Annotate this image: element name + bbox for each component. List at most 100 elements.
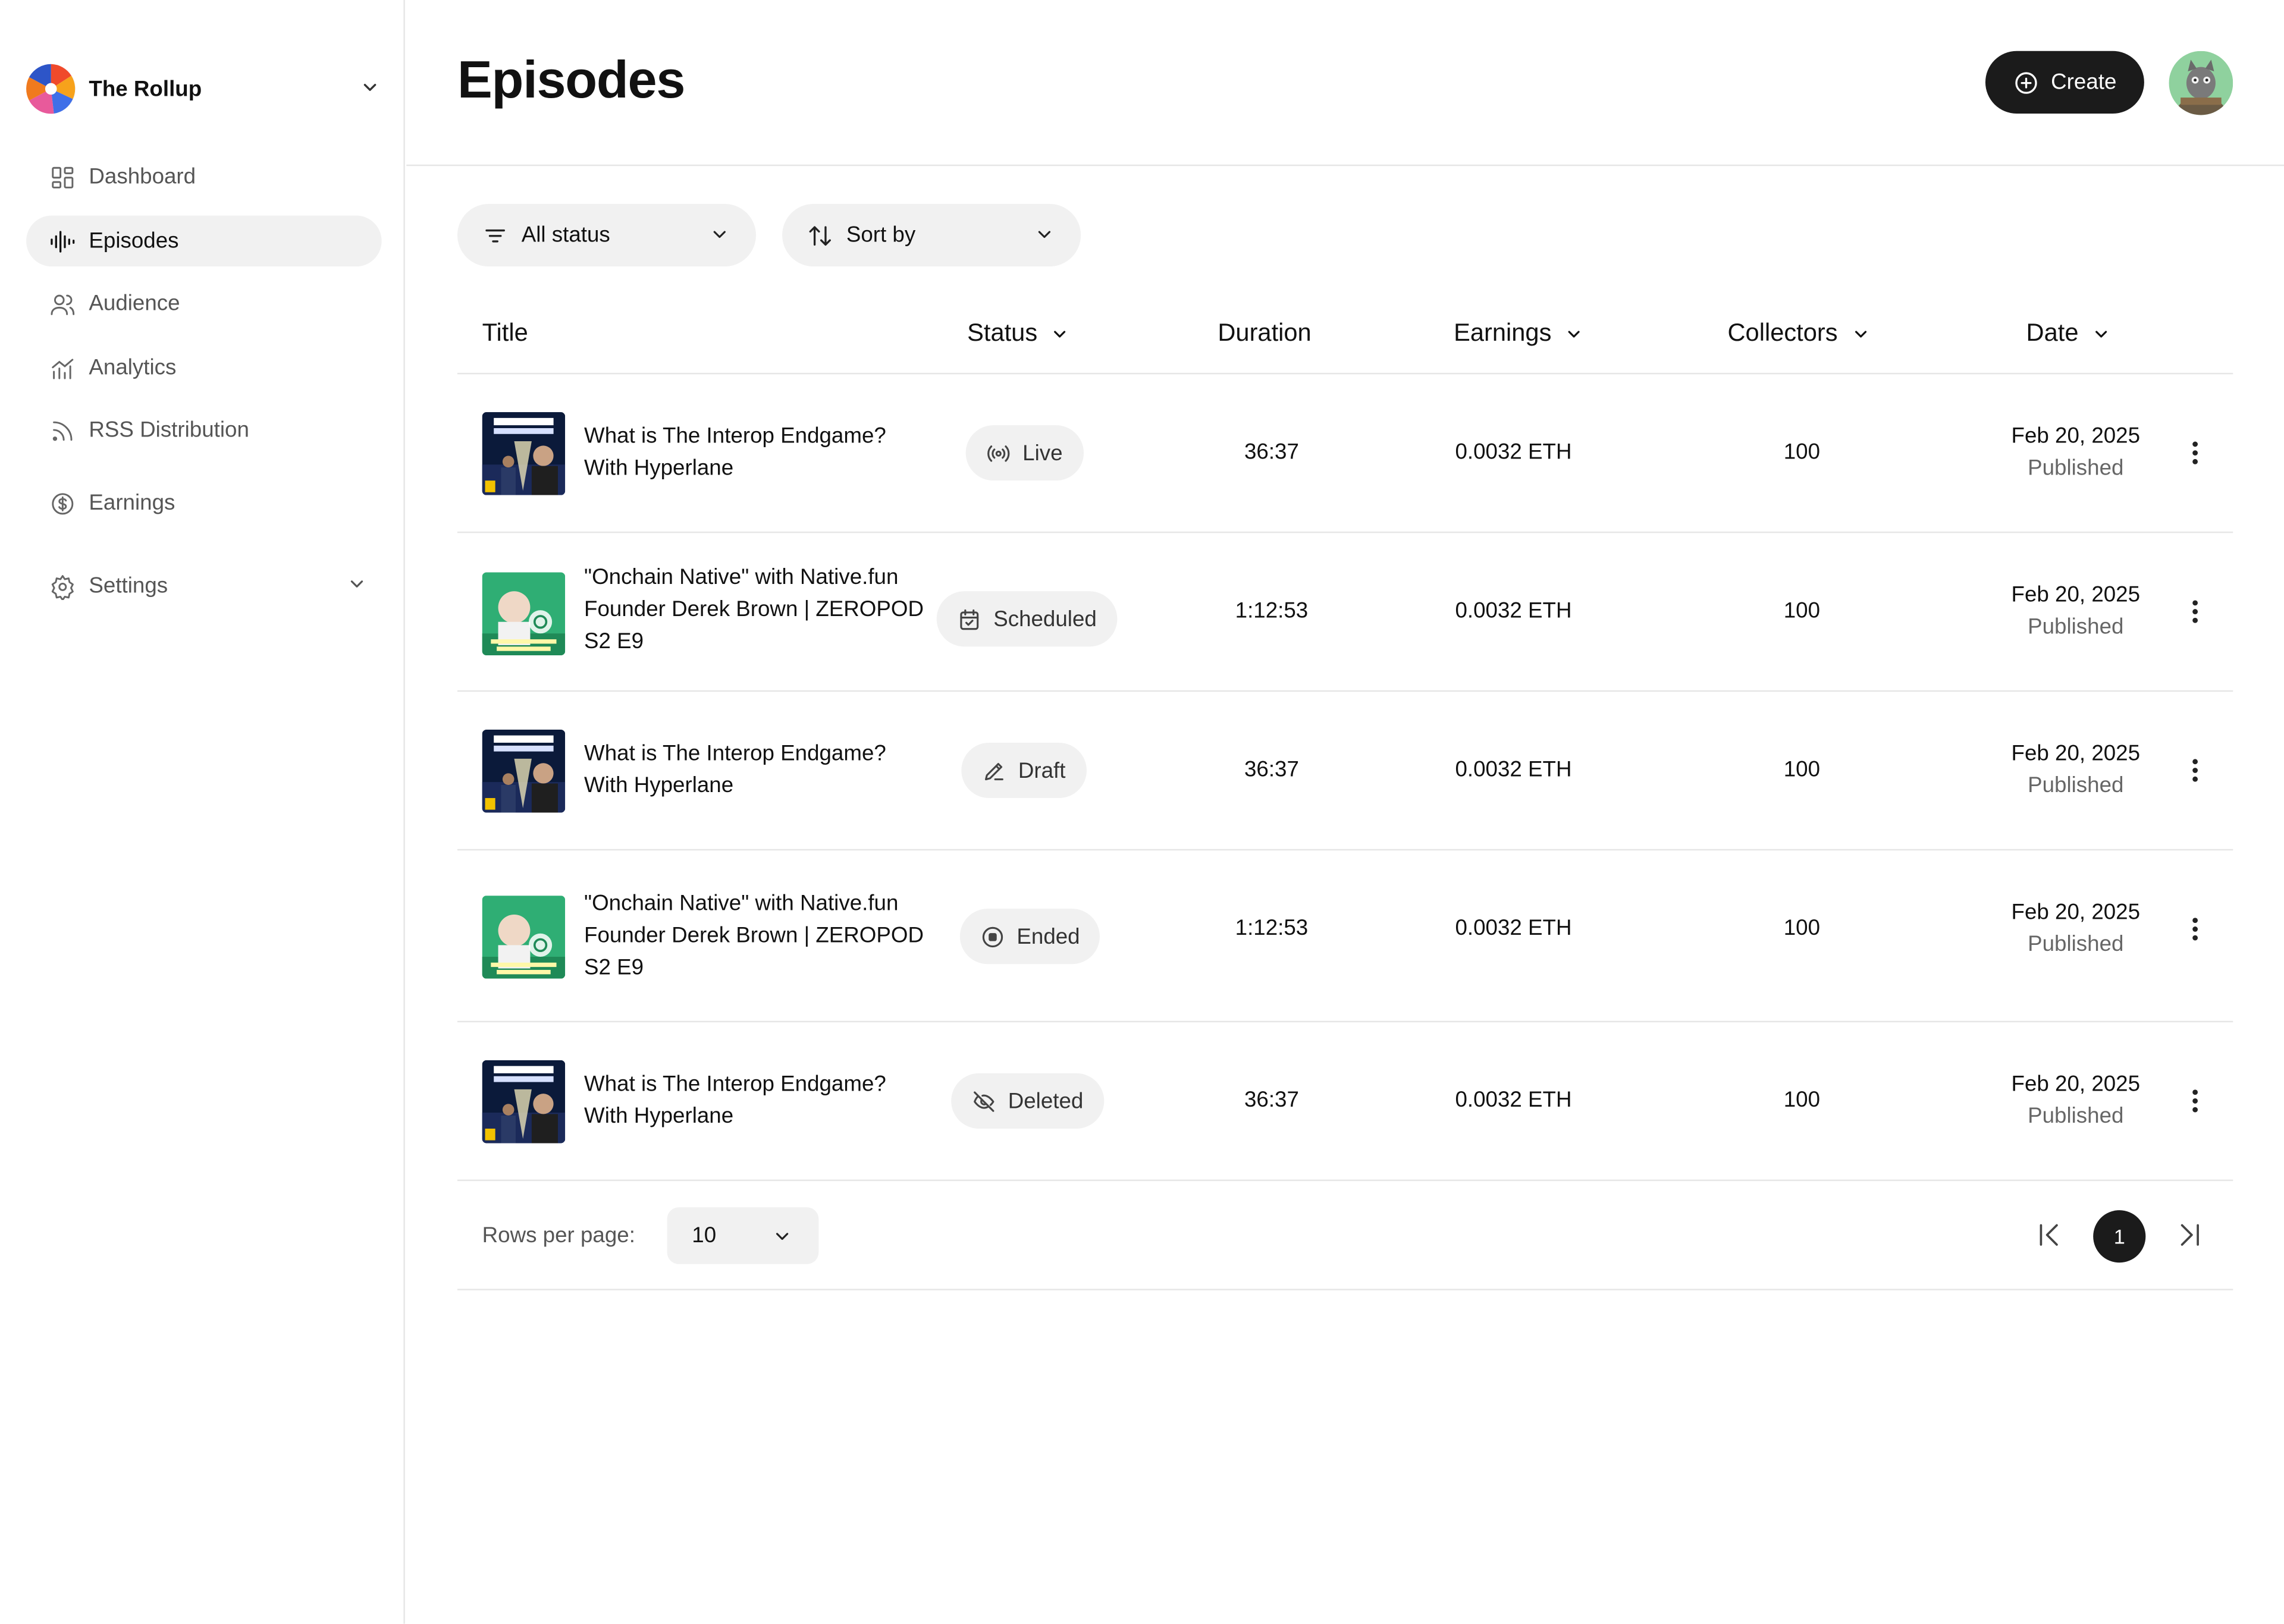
episode-thumbnail — [482, 1060, 566, 1144]
row-more-button[interactable] — [2181, 912, 2210, 947]
collectors-cell: 100 — [1783, 439, 1821, 465]
date-value: Feb 20, 2025 — [2011, 1072, 2141, 1097]
episodes-table: Title Status Duration Earnings Collector… — [457, 299, 2233, 1290]
chevron-down-icon — [1054, 330, 1066, 337]
sidebar-item-analytics[interactable]: Analytics — [26, 343, 382, 394]
chevron-down-icon — [350, 580, 363, 588]
table-row[interactable]: "Onchain Native" with Native.fun Founder… — [457, 533, 2233, 692]
rss-icon — [52, 420, 73, 441]
audio-waveform-icon — [51, 230, 75, 252]
sidebar-item-episodes[interactable]: Episodes — [26, 215, 382, 267]
earnings-cell: 0.0032 ETH — [1455, 1088, 1572, 1113]
chevron-last-icon — [2181, 1224, 2199, 1246]
episode-artwork-icon — [482, 896, 566, 979]
episode-title[interactable]: "Onchain Native" with Native.fun Founder… — [584, 562, 934, 658]
status-badge: Live — [965, 425, 1083, 481]
duration-cell: 1:12:53 — [1235, 598, 1309, 624]
rows-per-page-label: Rows per page: — [482, 1223, 635, 1248]
first-page-button[interactable] — [2035, 1220, 2064, 1249]
sidebar-item-dashboard[interactable]: Dashboard — [26, 152, 382, 203]
column-status[interactable]: Status — [967, 319, 1069, 348]
gear-icon — [51, 574, 74, 599]
chevron-down-icon — [363, 83, 377, 91]
sidebar-item-audience[interactable]: Audience — [26, 278, 382, 329]
pagination: Rows per page: 10 1 — [457, 1181, 2233, 1290]
sort-label: Sort by — [846, 222, 916, 248]
duration-cell: 36:37 — [1244, 1088, 1299, 1113]
status-filter-label: All status — [521, 222, 610, 248]
page-current[interactable]: 1 — [2093, 1210, 2146, 1263]
chevron-down-icon — [713, 231, 726, 238]
workspace-logo-icon — [26, 64, 76, 114]
avatar[interactable] — [2169, 51, 2233, 115]
date-cell: Feb 20, 2025 Published — [1996, 1069, 2156, 1133]
workspace-switcher[interactable]: The Rollup — [25, 61, 383, 117]
table-row[interactable]: "Onchain Native" with Native.fun Founder… — [457, 850, 2233, 1023]
sidebar-item-rss-distribution[interactable]: RSS Distribution — [26, 405, 382, 456]
sidebar-item-settings[interactable]: Settings — [26, 561, 382, 612]
sidebar-item-earnings[interactable]: Earnings — [26, 478, 382, 529]
episode-artwork-icon — [482, 572, 566, 656]
duration-cell: 36:37 — [1244, 439, 1299, 465]
publish-state: Published — [2028, 773, 2124, 799]
date-value: Feb 20, 2025 — [2011, 582, 2141, 608]
rows-per-page-value: 10 — [692, 1223, 717, 1248]
row-more-button[interactable] — [2181, 594, 2210, 629]
row-more-button[interactable] — [2181, 1083, 2210, 1119]
earnings-cell: 0.0032 ETH — [1455, 757, 1572, 783]
status-filter-dropdown[interactable]: All status — [457, 203, 757, 267]
publish-state: Published — [2028, 456, 2124, 481]
episode-title[interactable]: "Onchain Native" with Native.fun Founder… — [584, 888, 934, 985]
row-more-button[interactable] — [2181, 753, 2210, 788]
sidebar-item-label: RSS Distribution — [89, 417, 249, 443]
table-row[interactable]: What is The Interop Endgame? With Hyperl… — [457, 692, 2233, 851]
row-more-button[interactable] — [2181, 435, 2210, 470]
episode-title[interactable]: What is The Interop Endgame? With Hyperl… — [584, 421, 934, 485]
publish-state: Published — [2028, 614, 2124, 640]
chevron-down-icon — [776, 1233, 789, 1240]
stop-circle-icon — [982, 926, 1003, 947]
chevron-down-icon — [2095, 330, 2107, 337]
date-cell: Feb 20, 2025 Published — [1996, 580, 2156, 644]
episode-artwork-icon — [482, 1060, 566, 1144]
sort-arrows-icon — [809, 225, 831, 245]
workspace-name: The Rollup — [89, 76, 202, 102]
episode-thumbnail — [482, 572, 566, 656]
more-vertical-icon — [2192, 600, 2198, 623]
sidebar-item-label: Dashboard — [89, 164, 196, 190]
episode-thumbnail — [482, 896, 566, 979]
sort-dropdown[interactable]: Sort by — [782, 203, 1081, 267]
column-collectors[interactable]: Collectors — [1727, 319, 1869, 348]
broadcast-icon — [987, 444, 1010, 461]
rows-per-page-select[interactable]: 10 — [667, 1207, 819, 1264]
table-row[interactable]: What is The Interop Endgame? With Hyperl… — [457, 1022, 2233, 1182]
calendar-check-icon — [960, 608, 979, 629]
sidebar: The Rollup Dashboard Episodes Audience A… — [0, 0, 405, 1624]
status-badge: Ended — [959, 909, 1100, 965]
status-badge: Scheduled — [936, 591, 1118, 647]
duration-cell: 36:37 — [1244, 757, 1299, 783]
create-button[interactable]: Create — [1985, 51, 2144, 114]
earnings-cell: 0.0032 ETH — [1455, 439, 1572, 465]
earnings-cell: 0.0032 ETH — [1455, 916, 1572, 941]
date-cell: Feb 20, 2025 Published — [1996, 421, 2156, 485]
collectors-cell: 100 — [1783, 598, 1821, 624]
eye-off-icon — [974, 1091, 994, 1111]
publish-state: Published — [2028, 932, 2124, 957]
collectors-cell: 100 — [1783, 757, 1821, 783]
column-earnings[interactable]: Earnings — [1454, 319, 1583, 348]
last-page-button[interactable] — [2175, 1220, 2204, 1249]
episode-title[interactable]: What is The Interop Endgame? With Hyperl… — [584, 739, 934, 803]
column-duration: Duration — [1218, 319, 1312, 347]
table-row[interactable]: What is The Interop Endgame? With Hyperl… — [457, 374, 2233, 533]
filter-lines-icon — [485, 228, 506, 242]
publish-state: Published — [2028, 1104, 2124, 1129]
episode-thumbnail — [482, 412, 566, 495]
episode-title[interactable]: What is The Interop Endgame? With Hyperl… — [584, 1069, 934, 1133]
avatar-icon — [2169, 51, 2233, 115]
more-vertical-icon — [2192, 918, 2198, 941]
earnings-cell: 0.0032 ETH — [1455, 598, 1572, 624]
date-cell: Feb 20, 2025 Published — [1996, 897, 2156, 962]
status-badge: Deleted — [951, 1073, 1104, 1129]
column-date[interactable]: Date — [2026, 319, 2111, 348]
